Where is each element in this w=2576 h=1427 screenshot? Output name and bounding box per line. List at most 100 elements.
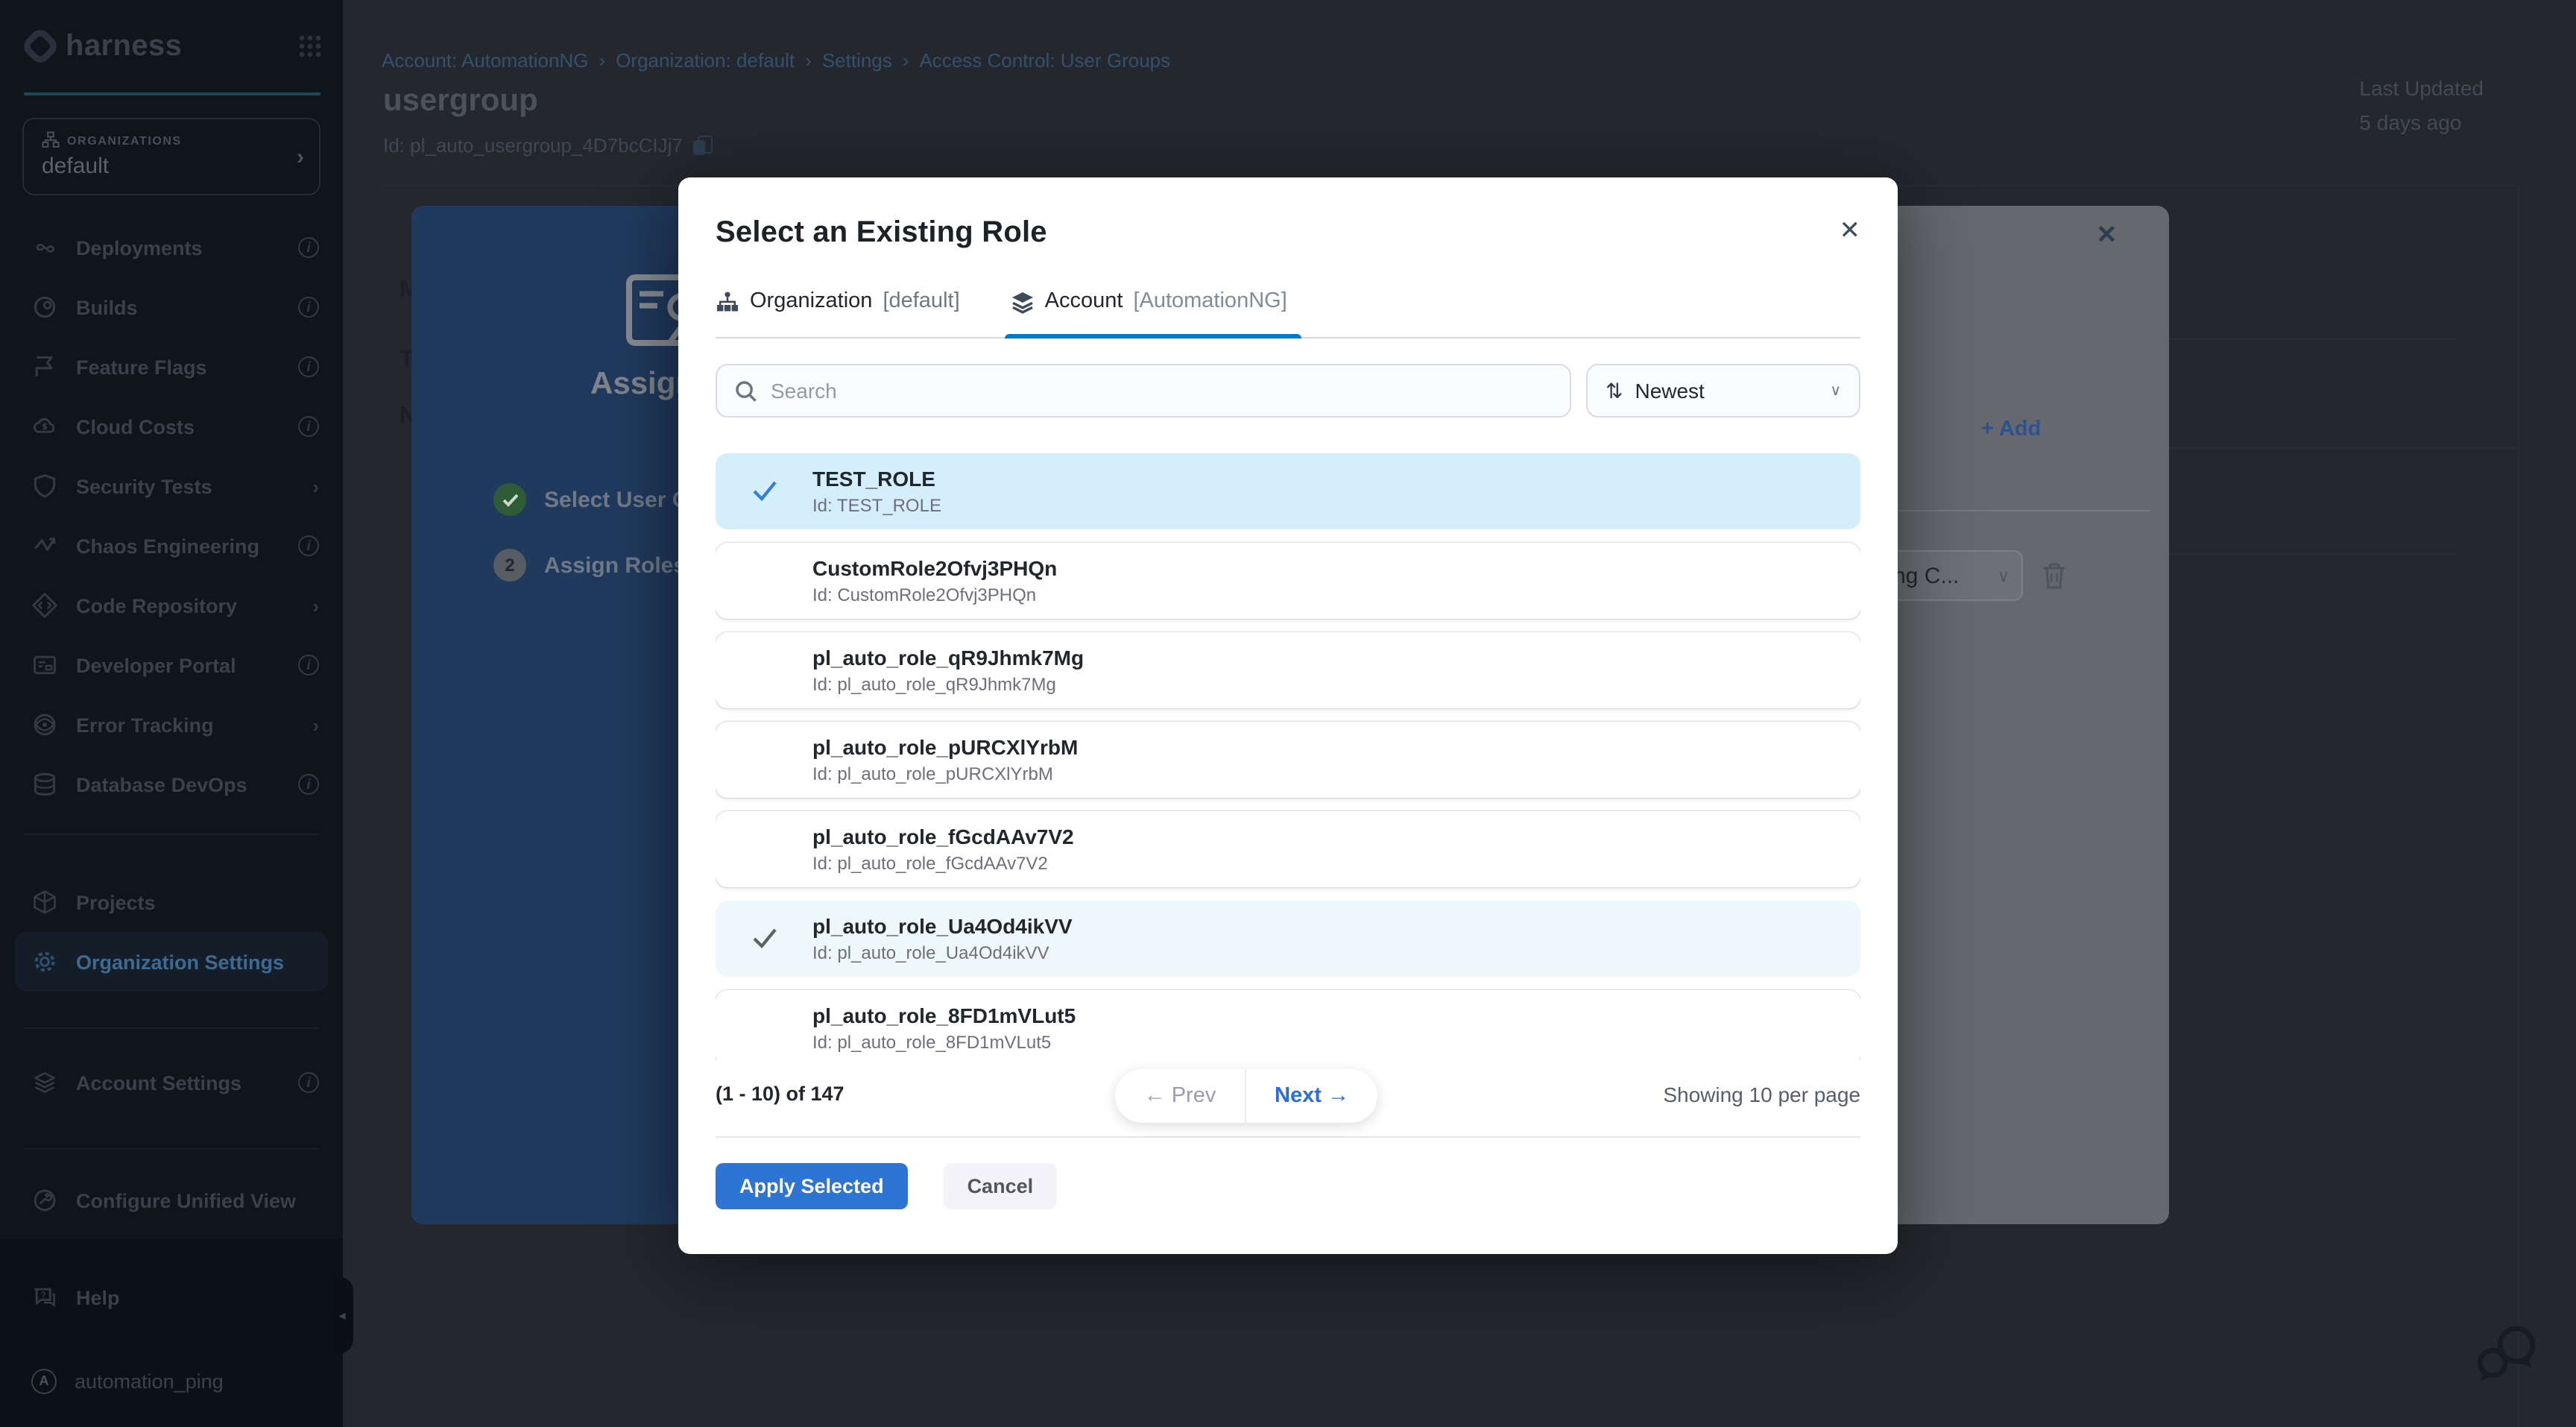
sort-arrows-icon: ⇅ bbox=[1606, 378, 1623, 403]
sidebar-item-cloud-costs[interactable]: Cloud Costs i bbox=[0, 397, 343, 456]
info-icon[interactable]: i bbox=[298, 1072, 319, 1093]
add-role-binding-button[interactable]: + Add bbox=[1981, 418, 2041, 441]
role-row[interactable]: pl_auto_role_fGcdAAv7V2 Id: pl_auto_role… bbox=[716, 811, 1860, 887]
chevron-down-icon: ∨ bbox=[1998, 566, 2010, 585]
app-grid-icon[interactable] bbox=[298, 34, 322, 58]
info-icon[interactable]: i bbox=[298, 297, 319, 318]
dialog-title: Select an Existing Role bbox=[716, 216, 1047, 251]
info-icon[interactable]: i bbox=[298, 416, 319, 437]
dialog-divider bbox=[716, 1136, 1860, 1138]
sidebar-item-account-settings[interactable]: Account Settings i bbox=[0, 1053, 343, 1112]
check-icon bbox=[751, 924, 778, 951]
chevron-down-icon: ∨ bbox=[1830, 382, 1841, 399]
account-settings-icon bbox=[31, 1069, 58, 1096]
scope-tabs: Organization [default] Account [Automati… bbox=[716, 286, 1860, 338]
code-repository-icon bbox=[31, 592, 58, 619]
right-panel-divider bbox=[2518, 185, 2519, 1427]
module-accent-line bbox=[24, 92, 321, 95]
role-row[interactable]: pl_auto_role_8FD1mVLut5 Id: pl_auto_role… bbox=[716, 990, 1860, 1060]
background-card-edge bbox=[2169, 553, 2457, 555]
apply-selected-button[interactable]: Apply Selected bbox=[716, 1163, 908, 1209]
sidebar-divider bbox=[24, 834, 319, 835]
sidebar: harness ORGANIZATIONS default bbox=[0, 0, 343, 1427]
chevron-right-icon: › bbox=[312, 594, 319, 617]
role-list: TEST_ROLE Id: TEST_ROLE CustomRole2Ofvj3… bbox=[716, 453, 1860, 1060]
org-chart-icon bbox=[42, 131, 60, 149]
step-complete-check-icon bbox=[493, 483, 526, 516]
cancel-button[interactable]: Cancel bbox=[944, 1163, 1058, 1209]
sidebar-divider bbox=[24, 1148, 319, 1150]
feature-flags-icon bbox=[31, 353, 58, 380]
sidebar-item-code-repository[interactable]: Code Repository › bbox=[0, 576, 343, 635]
wizard-divider bbox=[1895, 510, 2151, 511]
sort-select[interactable]: ⇅ Newest ∨ bbox=[1586, 364, 1860, 418]
wrench-icon bbox=[31, 1187, 58, 1214]
breadcrumb-settings[interactable]: Settings bbox=[822, 49, 892, 72]
info-icon[interactable]: i bbox=[298, 237, 319, 258]
dialog-close-icon[interactable]: ✕ bbox=[1840, 216, 1861, 246]
breadcrumb-account[interactable]: Account: AutomationNG bbox=[382, 49, 589, 72]
breadcrumb-separator: › bbox=[903, 49, 909, 72]
chaos-engineering-icon bbox=[31, 532, 58, 559]
background-card-edge bbox=[2169, 338, 2457, 340]
role-row[interactable]: CustomRole2Ofvj3PHQn Id: CustomRole2Ofvj… bbox=[716, 543, 1860, 619]
harness-logo-text[interactable]: harness bbox=[66, 29, 182, 63]
projects-icon bbox=[31, 889, 58, 916]
sidebar-item-builds[interactable]: Builds i bbox=[0, 277, 343, 337]
step-number-badge: 2 bbox=[493, 549, 526, 582]
sidebar-item-help[interactable]: ? Help bbox=[0, 1267, 343, 1327]
org-selector-label: ORGANIZATIONS bbox=[67, 133, 182, 147]
pagination: (1 - 10) of 147 ← Prev Next → Showing 10… bbox=[716, 1069, 1860, 1123]
chevron-right-icon: › bbox=[312, 714, 319, 736]
support-chat-icon[interactable] bbox=[2472, 1321, 2543, 1387]
sidebar-item-feature-flags[interactable]: Feature Flags i bbox=[0, 337, 343, 397]
info-icon[interactable]: i bbox=[298, 356, 319, 377]
sidebar-item-developer-portal[interactable]: Developer Portal i bbox=[0, 635, 343, 695]
sidebar-item-deployments[interactable]: Deployments i bbox=[0, 218, 343, 277]
delete-icon[interactable] bbox=[2039, 559, 2069, 592]
sidebar-collapse-handle[interactable]: ◂ bbox=[331, 1276, 353, 1354]
role-row[interactable]: pl_auto_role_pURCXlYrbM Id: pl_auto_role… bbox=[716, 722, 1860, 798]
sidebar-item-chaos-engineering[interactable]: Chaos Engineering i bbox=[0, 516, 343, 576]
breadcrumb-access-control[interactable]: Access Control: User Groups bbox=[919, 49, 1170, 72]
role-row-test-role[interactable]: TEST_ROLE Id: TEST_ROLE bbox=[716, 453, 1860, 529]
avatar: A bbox=[31, 1368, 57, 1393]
tab-organization[interactable]: Organization [default] bbox=[716, 286, 960, 337]
security-tests-icon bbox=[31, 473, 58, 500]
org-chart-icon bbox=[716, 291, 739, 315]
breadcrumb-organization[interactable]: Organization: default bbox=[616, 49, 795, 72]
last-updated-value: 5 days ago bbox=[2359, 106, 2484, 140]
sidebar-item-projects[interactable]: Projects bbox=[0, 872, 343, 932]
pagination-range: (1 - 10) of 147 bbox=[716, 1083, 845, 1105]
sidebar-item-configure-unified-view[interactable]: Configure Unified View bbox=[0, 1171, 343, 1230]
sidebar-item-database-devops[interactable]: Database DevOps i bbox=[0, 755, 343, 814]
chevron-right-icon: › bbox=[312, 475, 319, 497]
sidebar-item-security-tests[interactable]: Security Tests › bbox=[0, 456, 343, 516]
role-binding-select[interactable]: ng C... ∨ bbox=[1884, 550, 2023, 601]
error-tracking-icon bbox=[31, 711, 58, 738]
harness-logo-icon bbox=[21, 27, 60, 66]
info-icon[interactable]: i bbox=[298, 774, 319, 795]
help-chat-icon: ? bbox=[31, 1284, 58, 1311]
role-row-selected[interactable]: pl_auto_role_Ua4Od4ikVV Id: pl_auto_role… bbox=[716, 901, 1860, 977]
wizard-close-icon[interactable]: ✕ bbox=[2096, 221, 2118, 251]
svg-text:?: ? bbox=[41, 1291, 46, 1300]
sidebar-item-organization-settings[interactable]: Organization Settings bbox=[15, 932, 328, 992]
page-title: usergroup bbox=[383, 84, 538, 119]
tab-account[interactable]: Account [AutomationNG] bbox=[1011, 286, 1287, 337]
search-input[interactable] bbox=[771, 379, 1552, 403]
copy-icon[interactable] bbox=[693, 136, 710, 155]
user-menu[interactable]: A automation_ping bbox=[0, 1351, 343, 1411]
next-page-button[interactable]: Next → bbox=[1246, 1069, 1377, 1123]
info-icon[interactable]: i bbox=[298, 535, 319, 556]
organization-selector[interactable]: ORGANIZATIONS default › bbox=[22, 118, 321, 195]
sidebar-item-error-tracking[interactable]: Error Tracking › bbox=[0, 695, 343, 755]
pagination-page-size: Showing 10 per page bbox=[1663, 1083, 1860, 1106]
developer-portal-icon bbox=[31, 652, 58, 678]
select-existing-role-dialog: Select an Existing Role ✕ Organization [… bbox=[678, 177, 1898, 1254]
sidebar-footer: ? Help A automation_ping bbox=[0, 1239, 343, 1427]
prev-page-button[interactable]: ← Prev bbox=[1115, 1069, 1246, 1123]
info-icon[interactable]: i bbox=[298, 655, 319, 675]
tab-organization-badge: [default] bbox=[883, 289, 959, 313]
role-row[interactable]: pl_auto_role_qR9Jhmk7Mg Id: pl_auto_role… bbox=[716, 632, 1860, 708]
